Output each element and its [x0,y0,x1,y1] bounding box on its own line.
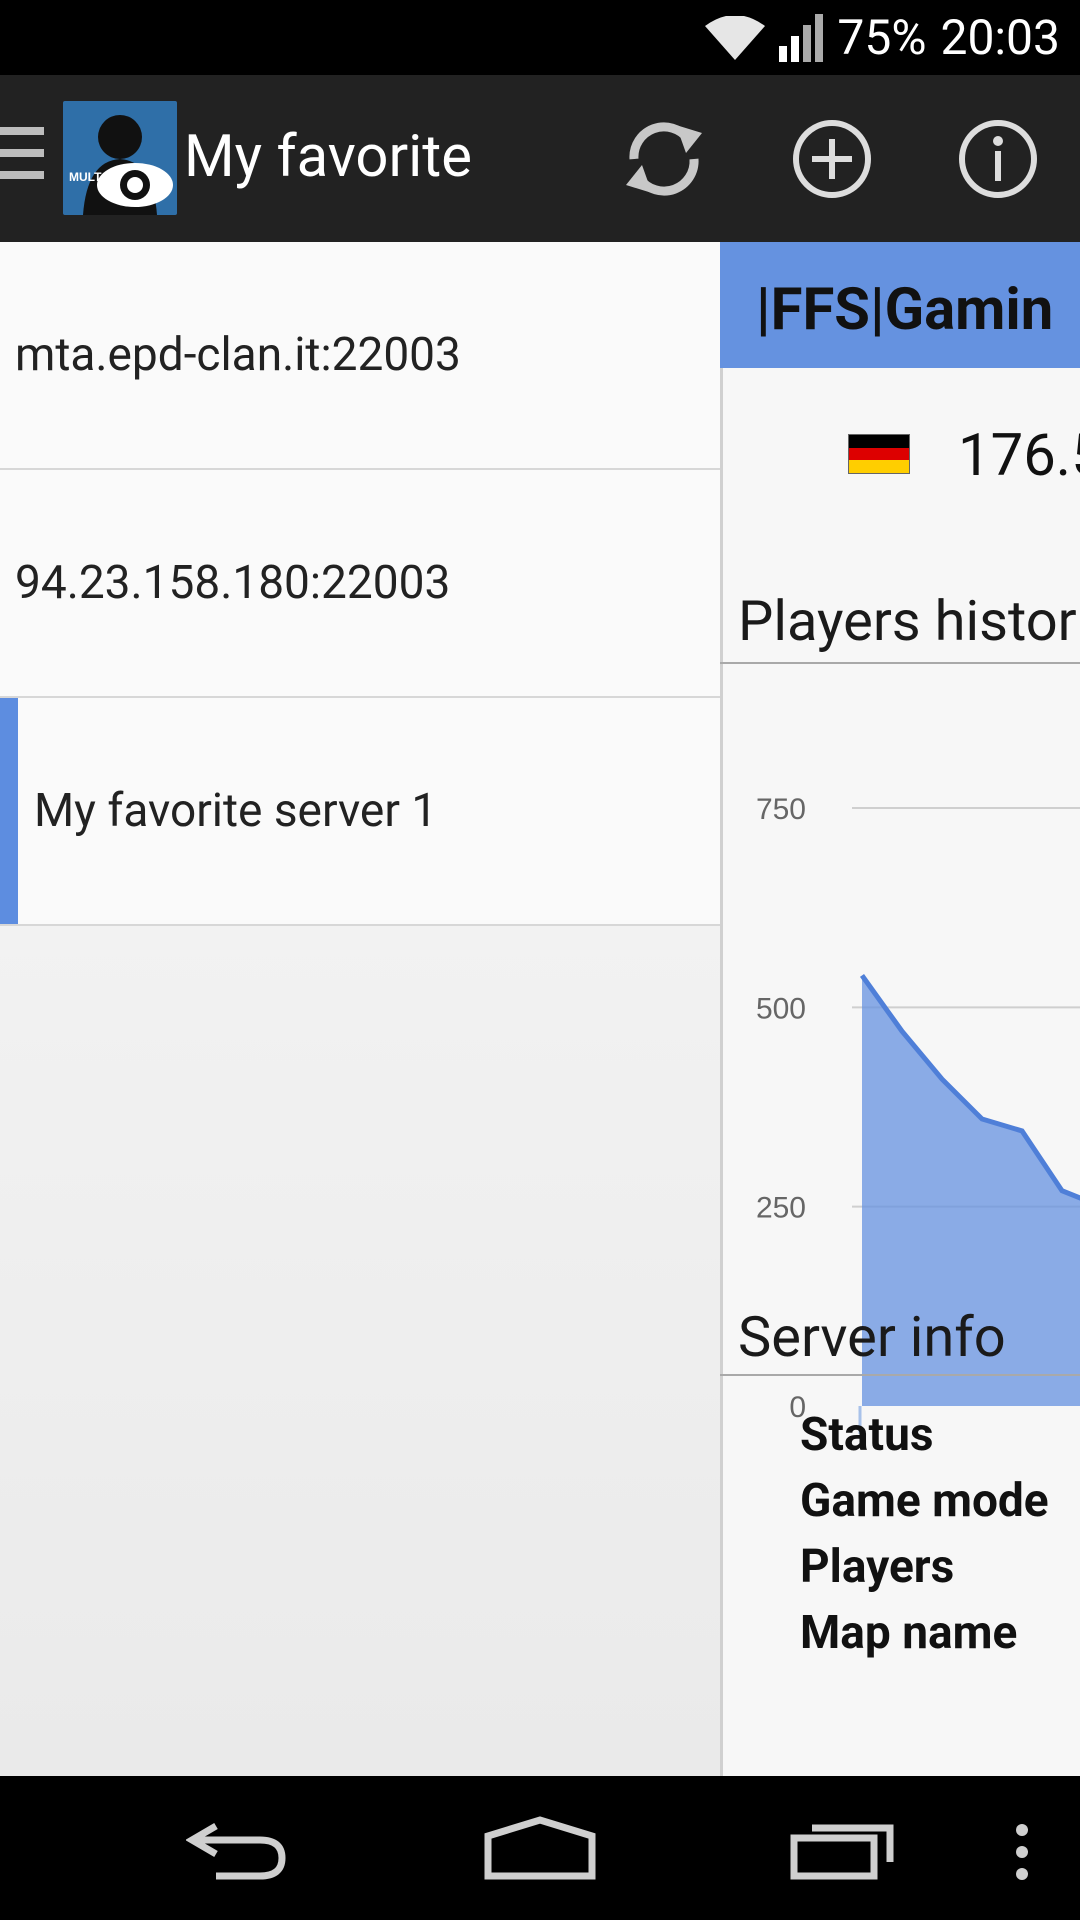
navigation-bar [0,1776,1080,1920]
add-server-button[interactable] [784,111,880,207]
chart-y-tick-label: 500 [756,992,806,1025]
drawer-menu-icon[interactable] [0,127,44,187]
selection-indicator [0,698,18,924]
recent-apps-button[interactable] [790,1816,896,1880]
overflow-menu-icon[interactable] [1010,1824,1034,1880]
cell-signal-icon [779,13,824,62]
refresh-button[interactable] [616,111,712,207]
screen-title: My favorite [184,123,472,191]
action-bar: MULT My favorite [0,75,1080,242]
server-list-item[interactable]: mta.epd-clan.it:22003 [0,242,720,470]
info-label-game-mode: Game mode [800,1474,1049,1528]
server-address: mta.epd-clan.it:22003 [15,328,461,382]
app-logo[interactable]: MULT [63,101,177,215]
clock: 20:03 [940,9,1060,66]
server-name: My favorite server 1 [34,784,438,838]
server-list-item[interactable]: 94.23.158.180:22003 [0,470,720,698]
info-label-status: Status [800,1408,934,1462]
back-icon [186,1822,286,1880]
info-label-map-name: Map name [800,1606,1018,1660]
chart-y-tick-label: 250 [756,1192,806,1225]
info-button[interactable] [950,111,1046,207]
server-info-title: Server info [738,1304,1006,1370]
server-info-labels: Status Game mode Players Map name [800,1402,1049,1666]
back-button[interactable] [186,1816,290,1880]
players-history-title: Players histor [738,588,1077,654]
recent-apps-icon [790,1824,894,1880]
server-list-item-selected[interactable]: My favorite server 1 [0,698,720,926]
info-label-players: Players [800,1540,955,1594]
home-icon [484,1816,596,1880]
section-rule [720,1374,1080,1376]
server-detail-panel: |FFS|Gamin 176.5 Players histor 750 500 25… [720,242,1080,1776]
server-title: |FFS|Gamin [756,276,1054,344]
chart-y-tick-label: 750 [756,793,806,826]
battery-level: 75% [837,9,927,66]
wifi-icon [705,15,766,60]
info-icon [959,120,1037,198]
section-rule [720,662,1080,664]
refresh-icon [626,122,702,196]
server-header: |FFS|Gamin [720,242,1080,368]
server-address: 94.23.158.180:22003 [15,556,451,610]
server-list: mta.epd-clan.it:22003 94.23.158.180:2200… [0,242,720,1776]
server-ip: 176.5 [958,422,1080,490]
germany-flag-icon [848,434,910,474]
add-circle-icon [793,120,871,198]
app-logo-text: MULT [69,170,102,184]
status-bar: 75% 20:03 [0,0,1080,75]
home-button[interactable] [484,1816,596,1880]
